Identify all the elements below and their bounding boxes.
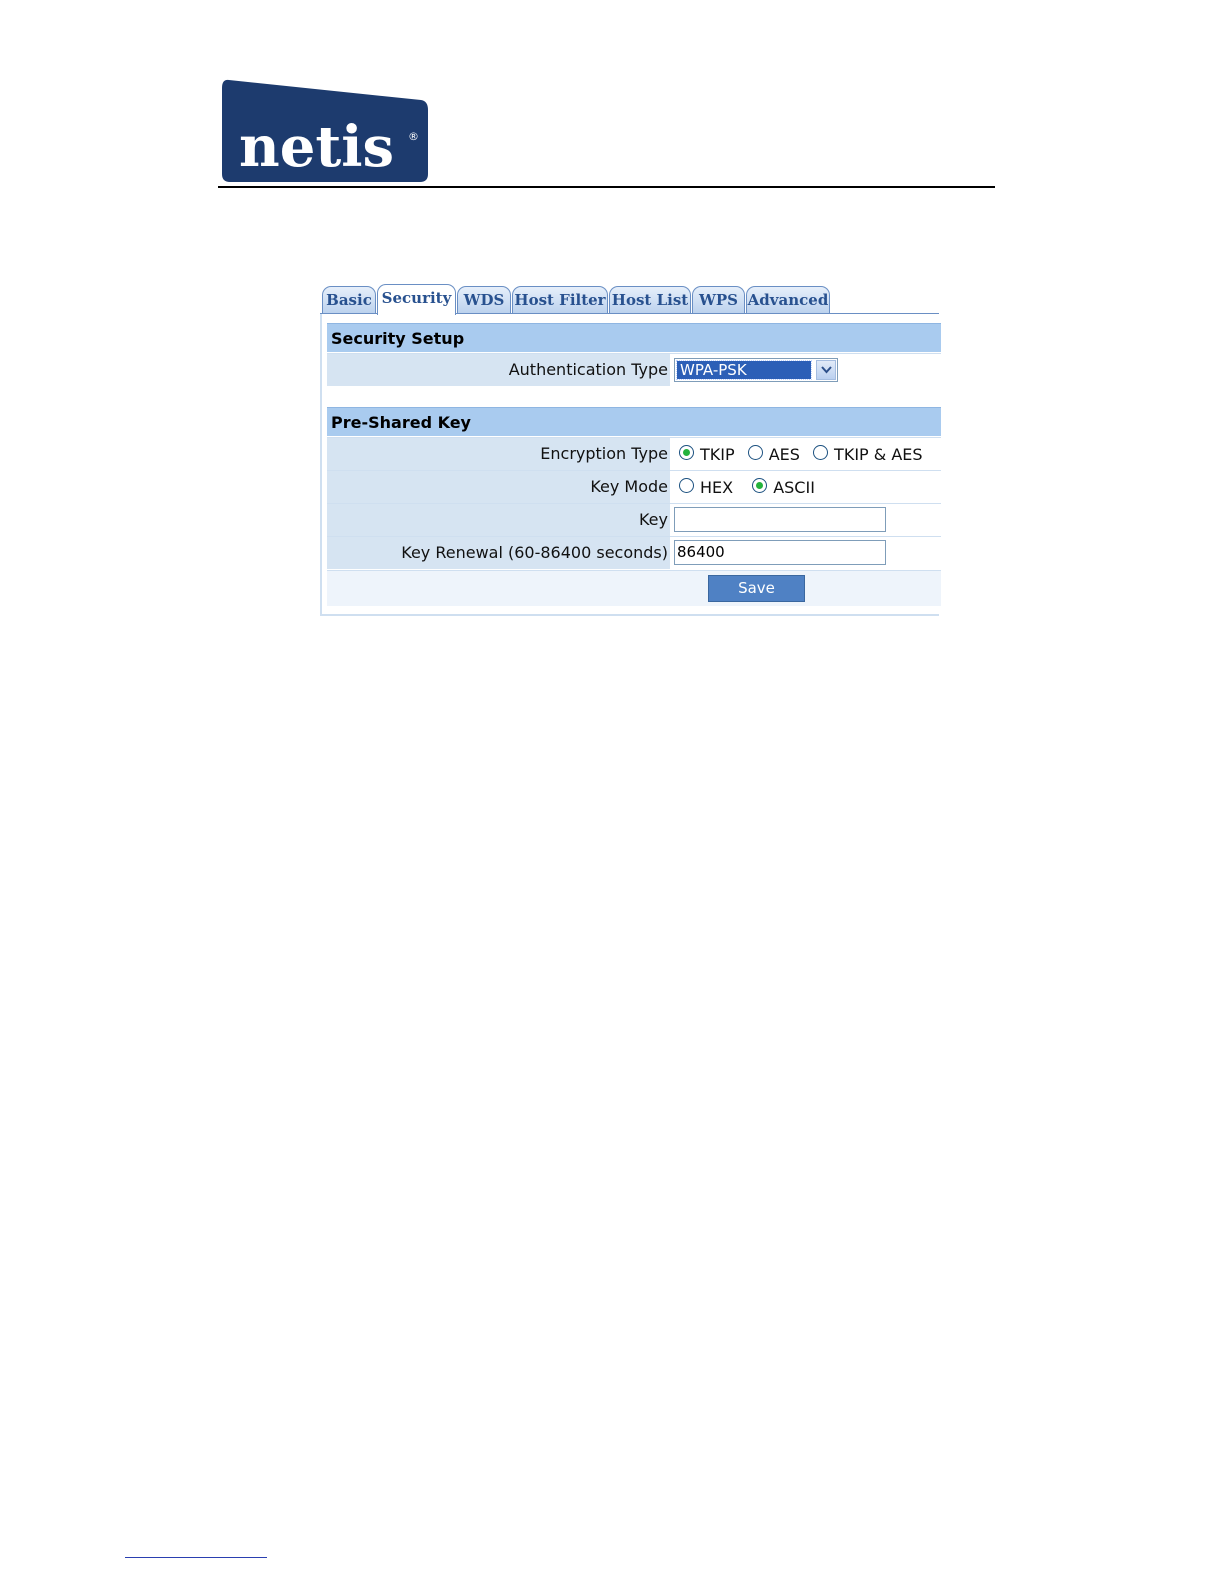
hex-label: HEX	[700, 478, 734, 497]
tab-bar: Basic Security WDS Host Filter Host List…	[320, 284, 939, 315]
tab-basic[interactable]: Basic	[322, 286, 376, 313]
chevron-down-icon[interactable]	[816, 360, 836, 380]
auth-type-row: Authentication Type WPA-PSK	[327, 353, 941, 386]
header-rule	[218, 186, 995, 188]
auth-type-label: Authentication Type	[327, 354, 671, 386]
key-renewal-label: Key Renewal (60-86400 seconds)	[327, 537, 671, 569]
auth-type-value: WPA-PSK	[676, 360, 812, 380]
netis-logo: netis ®	[221, 78, 429, 182]
auth-type-select[interactable]: WPA-PSK	[674, 358, 838, 382]
logo-text: netis	[239, 114, 394, 180]
aes-label: AES	[768, 445, 800, 464]
radio-ascii[interactable]	[752, 478, 768, 493]
key-label: Key	[327, 504, 671, 536]
encryption-type-row: Encryption Type TKIP AES TKIP & AES	[327, 437, 941, 470]
tab-advanced[interactable]: Advanced	[746, 286, 830, 313]
key-renewal-input[interactable]: 86400	[674, 540, 886, 565]
key-renewal-row: Key Renewal (60-86400 seconds) 86400	[327, 536, 941, 569]
save-row: Save	[327, 570, 941, 606]
registered-mark: ®	[408, 130, 419, 143]
tab-wps[interactable]: WPS	[692, 286, 745, 313]
radio-aes[interactable]	[747, 445, 763, 460]
encryption-type-label: Encryption Type	[327, 438, 671, 470]
footer-link-underline	[125, 1557, 267, 1558]
tab-host-list[interactable]: Host List	[609, 286, 691, 313]
content-frame: Security Setup Authentication Type WPA-P…	[320, 314, 941, 616]
tab-wds[interactable]: WDS	[457, 286, 511, 313]
radio-tkip-aes[interactable]	[813, 445, 829, 460]
tab-host-filter[interactable]: Host Filter	[512, 286, 608, 313]
key-input[interactable]	[674, 507, 886, 532]
tkip-aes-label: TKIP & AES	[834, 445, 923, 464]
save-button[interactable]: Save	[708, 575, 805, 602]
tkip-label: TKIP	[700, 445, 735, 464]
ascii-label: ASCII	[773, 478, 815, 497]
key-row: Key	[327, 503, 941, 536]
key-mode-row: Key Mode HEX ASCII	[327, 470, 941, 503]
tab-security[interactable]: Security	[377, 284, 456, 315]
psk-header: Pre-Shared Key	[327, 407, 941, 436]
security-setup-header: Security Setup	[327, 323, 941, 352]
router-security-panel: Basic Security WDS Host Filter Host List…	[320, 284, 941, 616]
key-mode-label: Key Mode	[327, 471, 671, 503]
radio-tkip[interactable]	[679, 445, 694, 460]
radio-hex[interactable]	[679, 478, 694, 493]
